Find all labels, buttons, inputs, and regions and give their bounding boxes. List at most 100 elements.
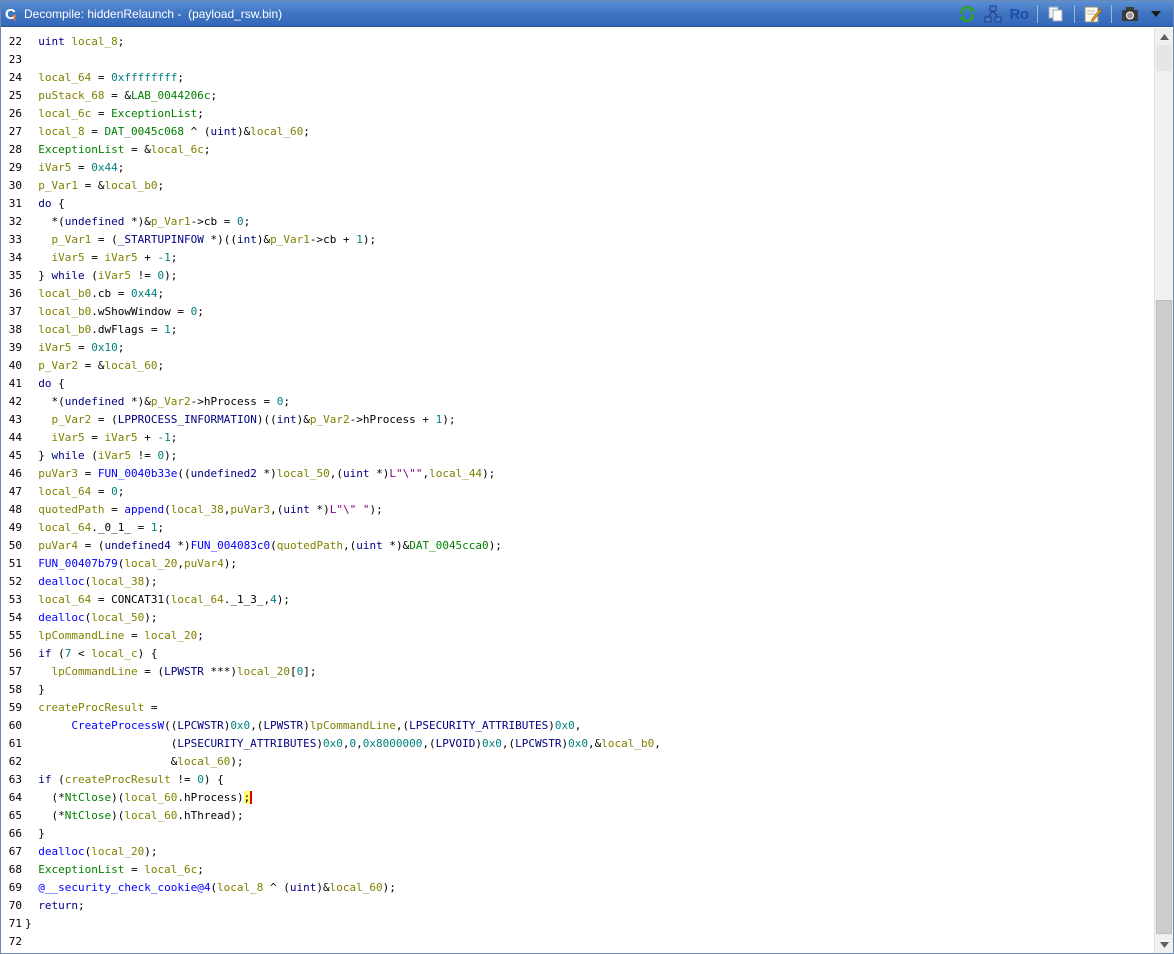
code-text[interactable]: puStack_68 = &LAB_0044206c; xyxy=(25,87,217,105)
code-text[interactable]: local_b0.cb = 0x44; xyxy=(25,285,164,303)
code-text[interactable]: puVar4 = (undefined4 *)FUN_004083c0(quot… xyxy=(25,537,502,555)
code-text[interactable]: ExceptionList = &local_6c; xyxy=(25,141,210,159)
code-line[interactable]: 51 FUN_00407b79(local_20,puVar4); xyxy=(1,555,1154,573)
code-text[interactable]: local_64._0_1_ = 1; xyxy=(25,519,164,537)
code-text[interactable]: do { xyxy=(25,375,65,393)
code-line[interactable]: 30 p_Var1 = &local_b0; xyxy=(1,177,1154,195)
code-text[interactable]: FUN_00407b79(local_20,puVar4); xyxy=(25,555,237,573)
code-text[interactable]: local_b0.wShowWindow = 0; xyxy=(25,303,204,321)
code-text[interactable]: if (7 < local_c) { xyxy=(25,645,157,663)
code-line[interactable]: 39 iVar5 = 0x10; xyxy=(1,339,1154,357)
code-line[interactable]: 26 local_6c = ExceptionList; xyxy=(1,105,1154,123)
code-line[interactable]: 38 local_b0.dwFlags = 1; xyxy=(1,321,1154,339)
code-line[interactable]: 69 @__security_check_cookie@4(local_8 ^ … xyxy=(1,879,1154,897)
code-text[interactable]: if (createProcResult != 0) { xyxy=(25,771,223,789)
code-line[interactable]: 44 iVar5 = iVar5 + -1; xyxy=(1,429,1154,447)
code-line[interactable]: 71} xyxy=(1,915,1154,933)
code-text[interactable]: iVar5 = 0x10; xyxy=(25,339,124,357)
code-line[interactable]: 29 iVar5 = 0x44; xyxy=(1,159,1154,177)
code-line[interactable]: 70 return; xyxy=(1,897,1154,915)
code-line[interactable]: 40 p_Var2 = &local_60; xyxy=(1,357,1154,375)
code-text[interactable]: quotedPath = append(local_38,puVar3,(uin… xyxy=(25,501,382,519)
code-line[interactable]: 56 if (7 < local_c) { xyxy=(1,645,1154,663)
code-text[interactable]: } xyxy=(25,825,45,843)
code-line[interactable]: 37 local_b0.wShowWindow = 0; xyxy=(1,303,1154,321)
code-text[interactable]: *(undefined *)&p_Var2->hProcess = 0; xyxy=(25,393,289,411)
code-text[interactable]: iVar5 = iVar5 + -1; xyxy=(25,429,178,447)
code-line[interactable]: 59 createProcResult = xyxy=(1,699,1154,717)
code-line[interactable]: 32 *(undefined *)&p_Var1->cb = 0; xyxy=(1,213,1154,231)
code-text[interactable]: dealloc(local_50); xyxy=(25,609,157,627)
code-line[interactable]: 45 } while (iVar5 != 0); xyxy=(1,447,1154,465)
code-text[interactable]: iVar5 = iVar5 + -1; xyxy=(25,249,178,267)
code-line[interactable]: 28 ExceptionList = &local_6c; xyxy=(1,141,1154,159)
code-line[interactable]: 36 local_b0.cb = 0x44; xyxy=(1,285,1154,303)
code-line[interactable]: 46 puVar3 = FUN_0040b33e((undefined2 *)l… xyxy=(1,465,1154,483)
code-line[interactable]: 57 lpCommandLine = (LPWSTR ***)local_20[… xyxy=(1,663,1154,681)
scroll-down-button[interactable] xyxy=(1155,936,1173,953)
snapshot-button[interactable] xyxy=(1119,3,1141,25)
code-line[interactable]: 54 dealloc(local_50); xyxy=(1,609,1154,627)
code-line[interactable]: 61 (LPSECURITY_ATTRIBUTES)0x0,0,0x800000… xyxy=(1,735,1154,753)
code-line[interactable]: 27 local_8 = DAT_0045c068 ^ (uint)&local… xyxy=(1,123,1154,141)
code-line[interactable]: 72 xyxy=(1,933,1154,951)
code-text[interactable]: dealloc(local_20); xyxy=(25,843,157,861)
code-line[interactable]: 62 &local_60); xyxy=(1,753,1154,771)
code-line[interactable]: 52 dealloc(local_38); xyxy=(1,573,1154,591)
code-line[interactable]: 48 quotedPath = append(local_38,puVar3,(… xyxy=(1,501,1154,519)
code-line[interactable]: 25 puStack_68 = &LAB_0044206c; xyxy=(1,87,1154,105)
code-text[interactable]: p_Var2 = (LPPROCESS_INFORMATION)((int)&p… xyxy=(25,411,456,429)
code-text[interactable]: ExceptionList = local_6c; xyxy=(25,861,204,879)
code-text[interactable]: } while (iVar5 != 0); xyxy=(25,447,177,465)
code-text[interactable]: } xyxy=(25,681,45,699)
code-text[interactable]: @__security_check_cookie@4(local_8 ^ (ui… xyxy=(25,879,396,897)
code-text[interactable]: (LPSECURITY_ATTRIBUTES)0x0,0,0x8000000,(… xyxy=(25,735,661,753)
code-line[interactable]: 58 } xyxy=(1,681,1154,699)
scroll-track[interactable] xyxy=(1156,45,1172,71)
code-text[interactable]: puVar3 = FUN_0040b33e((undefined2 *)loca… xyxy=(25,465,495,483)
code-text[interactable]: p_Var2 = &local_60; xyxy=(25,357,164,375)
code-line[interactable]: 53 local_64 = CONCAT31(local_64._1_3_,4)… xyxy=(1,591,1154,609)
scroll-thumb[interactable] xyxy=(1156,300,1172,934)
edit-signature-button[interactable] xyxy=(1082,3,1104,25)
code-line[interactable]: 35 } while (iVar5 != 0); xyxy=(1,267,1154,285)
code-text[interactable]: (*NtClose)(local_60.hProcess); xyxy=(25,789,253,807)
code-text[interactable]: p_Var1 = (_STARTUPINFOW *)((int)&p_Var1-… xyxy=(25,231,377,249)
code-text[interactable]: lpCommandLine = local_20; xyxy=(25,627,204,645)
code-text[interactable]: dealloc(local_38); xyxy=(25,573,157,591)
code-text[interactable]: iVar5 = 0x44; xyxy=(25,159,124,177)
code-text[interactable]: do { xyxy=(25,195,65,213)
scroll-up-button[interactable] xyxy=(1155,28,1173,45)
code-text[interactable]: local_64 = CONCAT31(local_64._1_3_,4); xyxy=(25,591,290,609)
code-text[interactable]: p_Var1 = &local_b0; xyxy=(25,177,164,195)
code-line[interactable]: 22 uint local_8; xyxy=(1,33,1154,51)
code-line[interactable]: 24 local_64 = 0xffffffff; xyxy=(1,69,1154,87)
decompiled-code-view[interactable]: 22 uint local_8; 23 24 local_64 = 0xffffff… xyxy=(1,28,1154,953)
code-line[interactable]: 68 ExceptionList = local_6c; xyxy=(1,861,1154,879)
code-text[interactable]: *(undefined *)&p_Var1->cb = 0; xyxy=(25,213,250,231)
code-line[interactable]: 34 iVar5 = iVar5 + -1; xyxy=(1,249,1154,267)
code-line[interactable]: 42 *(undefined *)&p_Var2->hProcess = 0; xyxy=(1,393,1154,411)
code-text[interactable]: local_64 = 0; xyxy=(25,483,124,501)
code-text[interactable]: return; xyxy=(25,897,84,915)
code-line[interactable]: 60 CreateProcessW((LPCWSTR)0x0,(LPWSTR)l… xyxy=(1,717,1154,735)
code-line[interactable]: 33 p_Var1 = (_STARTUPINFOW *)((int)&p_Va… xyxy=(1,231,1154,249)
read-only-toggle[interactable]: Ro xyxy=(1008,3,1030,25)
code-text[interactable]: lpCommandLine = (LPWSTR ***)local_20[0]; xyxy=(25,663,317,681)
code-text[interactable]: CreateProcessW((LPCWSTR)0x0,(LPWSTR)lpCo… xyxy=(25,717,581,735)
code-text[interactable]: } xyxy=(25,915,32,933)
code-text[interactable]: (*NtClose)(local_60.hThread); xyxy=(25,807,243,825)
code-line[interactable]: 64 (*NtClose)(local_60.hProcess); xyxy=(1,789,1154,807)
code-line[interactable]: 66 } xyxy=(1,825,1154,843)
refresh-button[interactable] xyxy=(956,3,978,25)
code-text[interactable]: local_8 = DAT_0045c068 ^ (uint)&local_60… xyxy=(25,123,310,141)
menu-dropdown-button[interactable] xyxy=(1145,3,1167,25)
code-line[interactable]: 41 do { xyxy=(1,375,1154,393)
title-bar[interactable]: C f Decompile: hiddenRelaunch - (payload… xyxy=(1,1,1173,27)
code-line[interactable]: 47 local_64 = 0; xyxy=(1,483,1154,501)
code-line[interactable]: 43 p_Var2 = (LPPROCESS_INFORMATION)((int… xyxy=(1,411,1154,429)
code-line[interactable]: 23 xyxy=(1,51,1154,69)
code-text[interactable]: createProcResult = xyxy=(25,699,157,717)
code-line[interactable]: 55 lpCommandLine = local_20; xyxy=(1,627,1154,645)
vertical-scrollbar[interactable] xyxy=(1154,28,1173,953)
